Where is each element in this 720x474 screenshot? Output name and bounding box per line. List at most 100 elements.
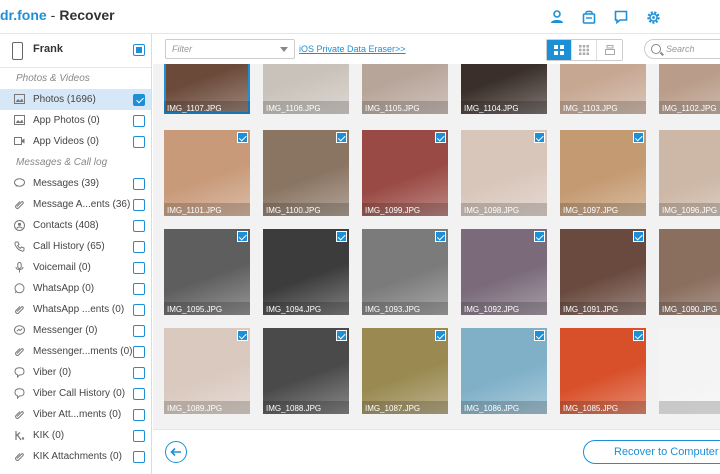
sidebar-item-contacts-408[interactable]: Contacts (408) xyxy=(0,215,151,236)
photo-thumbnail[interactable]: IMG_1100.JPG xyxy=(263,130,349,216)
search-input[interactable]: Search xyxy=(644,39,720,59)
gear-icon[interactable] xyxy=(644,8,662,26)
photo-filename: IMG_1086.JPG xyxy=(464,404,520,413)
category-checkbox[interactable] xyxy=(133,94,145,106)
category-checkbox[interactable] xyxy=(133,388,145,400)
sidebar-item-voicemail-0[interactable]: Voicemail (0) xyxy=(0,257,151,278)
photo-checkbox[interactable] xyxy=(237,132,248,143)
category-checkbox[interactable] xyxy=(133,325,145,337)
category-checkbox[interactable] xyxy=(133,178,145,190)
sidebar-item-app-photos-0[interactable]: App Photos (0) xyxy=(0,110,151,131)
photo-checkbox[interactable] xyxy=(633,330,644,341)
sidebar-item-viber-0[interactable]: Viber (0) xyxy=(0,362,151,383)
photo-thumbnail[interactable]: IMG_1087.JPG xyxy=(362,328,448,414)
sidebar-item-viber-att-ments-0[interactable]: Viber Att...ments (0) xyxy=(0,404,151,425)
photo-thumbnail[interactable]: IMG_1093.JPG xyxy=(362,229,448,315)
sidebar-item-label: Viber (0) xyxy=(33,367,72,378)
photo-thumbnail[interactable]: IMG_1096.JPG xyxy=(659,130,720,216)
category-checkbox[interactable] xyxy=(133,241,145,253)
paperclip-icon xyxy=(14,346,25,357)
category-checkbox[interactable] xyxy=(133,451,145,463)
category-checkbox[interactable] xyxy=(133,430,145,442)
photo-thumbnail[interactable]: IMG_1104.JPG xyxy=(461,64,547,114)
kik-icon xyxy=(14,430,25,441)
sidebar-item-whatsapp-0[interactable]: WhatsApp (0) xyxy=(0,278,151,299)
photo-checkbox[interactable] xyxy=(435,132,446,143)
user-icon[interactable] xyxy=(548,8,566,26)
paperclip-icon xyxy=(14,304,25,315)
photo-checkbox[interactable] xyxy=(633,132,644,143)
category-checkbox[interactable] xyxy=(133,220,145,232)
sidebar-item-kik-attachments-0[interactable]: KIK Attachments (0) xyxy=(0,446,151,467)
large-grid-view-button[interactable] xyxy=(547,40,572,60)
back-button[interactable] xyxy=(165,441,187,463)
photo-checkbox[interactable] xyxy=(534,132,545,143)
photo-thumbnail[interactable]: IMG_1102.JPG xyxy=(659,64,720,114)
photo-thumbnail[interactable]: IMG_1105.JPG xyxy=(362,64,448,114)
photo-thumbnail[interactable]: IMG_1089.JPG xyxy=(164,328,250,414)
sidebar-item-whatsapp-ents-0[interactable]: WhatsApp ...ents (0) xyxy=(0,299,151,320)
photo-checkbox[interactable] xyxy=(237,330,248,341)
photo-checkbox[interactable] xyxy=(336,231,347,242)
device-row[interactable]: Frank xyxy=(0,34,151,68)
sidebar-item-message-a-ents-36[interactable]: Message A...ents (36) xyxy=(0,194,151,215)
photo-thumbnail[interactable]: IMG_1086.JPG xyxy=(461,328,547,414)
recover-to-computer-button[interactable]: Recover to Computer xyxy=(583,440,720,464)
photo-checkbox[interactable] xyxy=(633,231,644,242)
category-checkbox[interactable] xyxy=(133,199,145,211)
category-checkbox[interactable] xyxy=(133,115,145,127)
chat-icon[interactable] xyxy=(612,8,630,26)
photo-checkbox[interactable] xyxy=(336,132,347,143)
phone-icon xyxy=(14,241,25,252)
list-view-button[interactable] xyxy=(597,40,622,60)
category-checkbox[interactable] xyxy=(133,262,145,274)
ios-private-data-eraser-link[interactable]: iOS Private Data Eraser>> xyxy=(299,44,406,54)
sidebar-item-kik-0[interactable]: KIK (0) xyxy=(0,425,151,446)
photo-thumbnail[interactable]: IMG_1092.JPG xyxy=(461,229,547,315)
photo-checkbox[interactable] xyxy=(336,330,347,341)
photo-filename: IMG_1090.JPG xyxy=(662,305,718,314)
device-name: Frank xyxy=(33,43,63,55)
photo-thumbnail[interactable]: IMG_1101.JPG xyxy=(164,130,250,216)
category-checkbox[interactable] xyxy=(133,304,145,316)
photo-filename: IMG_1100.JPG xyxy=(266,206,321,215)
category-checkbox[interactable] xyxy=(133,283,145,295)
sidebar-item-viber-call-history-0[interactable]: Viber Call History (0) xyxy=(0,383,151,404)
photo-thumbnail[interactable]: IMG_1095.JPG xyxy=(164,229,250,315)
sidebar-item-photos-1696[interactable]: Photos (1696) xyxy=(0,89,151,110)
photo-checkbox[interactable] xyxy=(534,231,545,242)
photo-thumbnail[interactable]: IMG_1099.JPG xyxy=(362,130,448,216)
sidebar-item-messenger-ments-0[interactable]: Messenger...ments (0) xyxy=(0,341,151,362)
photo-thumbnail[interactable]: IMG_1098.JPG xyxy=(461,130,547,216)
photo-checkbox[interactable] xyxy=(435,330,446,341)
category-checkbox[interactable] xyxy=(133,346,145,358)
category-checkbox[interactable] xyxy=(133,136,145,148)
small-grid-view-button[interactable] xyxy=(572,40,597,60)
photo-thumbnail[interactable]: IMG_1090.JPG xyxy=(659,229,720,315)
sidebar-item-messages-39[interactable]: Messages (39) xyxy=(0,173,151,194)
photo-checkbox[interactable] xyxy=(237,231,248,242)
photo-thumbnail[interactable]: IMG_1097.JPG xyxy=(560,130,646,216)
photo-checkbox[interactable] xyxy=(534,330,545,341)
image-icon xyxy=(14,115,25,126)
category-checkbox[interactable] xyxy=(133,409,145,421)
photo-thumbnail[interactable]: IMG_1094.JPG xyxy=(263,229,349,315)
photo-thumbnail[interactable]: IMG_1107.JPG xyxy=(164,64,250,114)
photo-thumbnail[interactable]: IMG_1088.JPG xyxy=(263,328,349,414)
device-checkbox[interactable] xyxy=(133,44,145,56)
filter-dropdown[interactable]: Filter xyxy=(165,39,295,59)
photo-checkbox[interactable] xyxy=(435,231,446,242)
photo-thumbnail[interactable]: IMG_1106.JPG xyxy=(263,64,349,114)
photo-filename: IMG_1088.JPG xyxy=(266,404,322,413)
photo-thumbnail[interactable]: IMG_1103.JPG xyxy=(560,64,646,114)
photo-thumbnail[interactable]: IMG_1091.JPG xyxy=(560,229,646,315)
messages-category-list: Messages (39) Message A...ents (36) Contac… xyxy=(0,173,151,467)
photo-thumbnail[interactable] xyxy=(659,328,720,414)
cart-icon[interactable] xyxy=(580,8,598,26)
photo-filename: IMG_1104.JPG xyxy=(464,104,519,113)
sidebar-item-app-videos-0[interactable]: App Videos (0) xyxy=(0,131,151,152)
photo-thumbnail[interactable]: IMG_1085.JPG xyxy=(560,328,646,414)
category-checkbox[interactable] xyxy=(133,367,145,379)
sidebar-item-messenger-0[interactable]: Messenger (0) xyxy=(0,320,151,341)
sidebar-item-call-history-65[interactable]: Call History (65) xyxy=(0,236,151,257)
